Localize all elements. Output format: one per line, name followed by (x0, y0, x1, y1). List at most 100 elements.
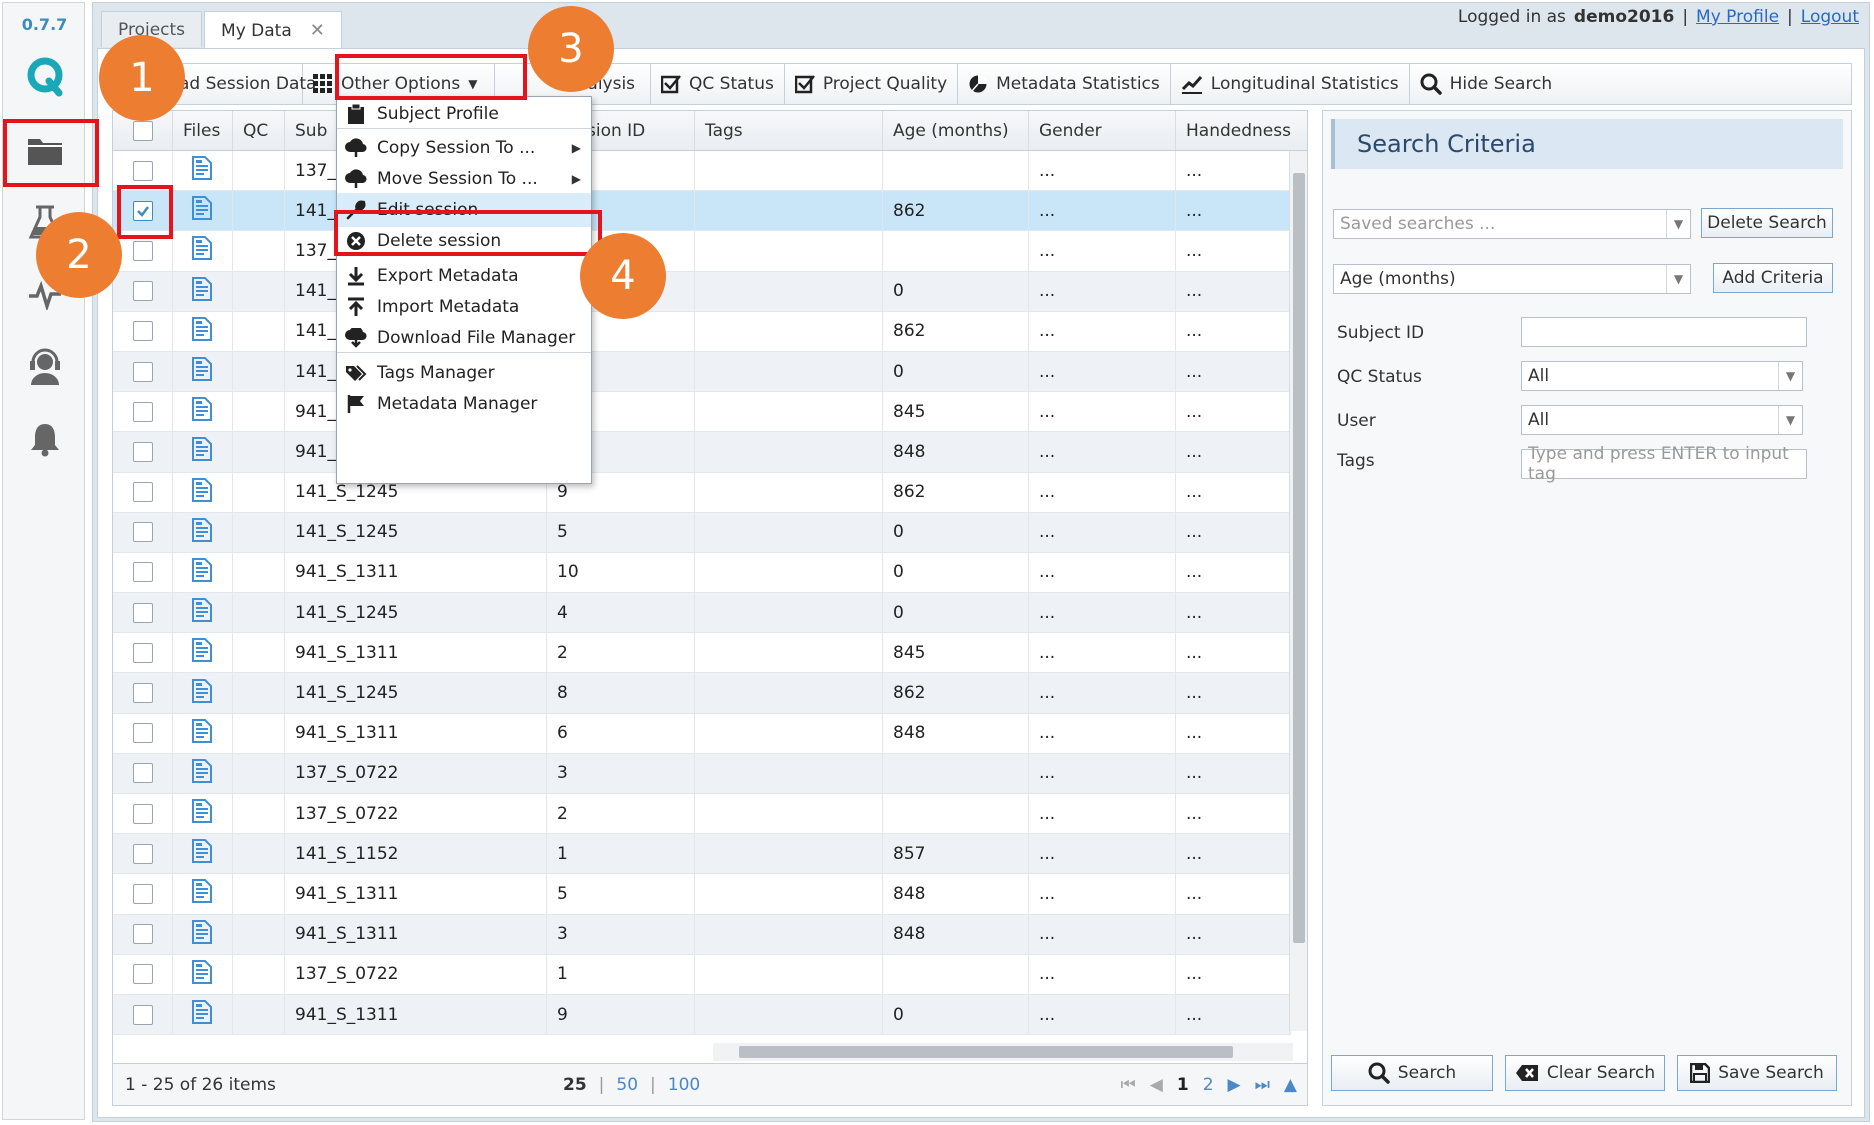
table-row[interactable]: 941_S_1311 9 0...... (113, 994, 1291, 1036)
table-row[interactable]: 941_S_1311 3 848...... (113, 914, 1291, 955)
table-row[interactable]: 137_S_0722 3...... (113, 753, 1291, 794)
row-checkbox[interactable] (113, 593, 173, 633)
header-gender[interactable]: Gender (1029, 111, 1176, 150)
row-checkbox[interactable] (113, 914, 173, 954)
file-list-icon[interactable] (191, 236, 213, 265)
table-row[interactable]: 141_S_1245 9 862...... (113, 472, 1291, 513)
last-page-icon[interactable]: ⏭ (1255, 1075, 1270, 1095)
checkbox-icon[interactable] (132, 1004, 153, 1025)
row-checkbox[interactable] (113, 552, 173, 593)
menu-item-metadata-manager[interactable]: Metadata Manager (337, 387, 591, 421)
subject-id-input[interactable] (1521, 317, 1807, 347)
files-cell[interactable] (173, 914, 233, 954)
delete-search-button[interactable]: Delete Search (1701, 208, 1833, 238)
checkbox-icon[interactable] (132, 883, 153, 904)
vertical-scrollbar[interactable] (1289, 151, 1307, 1031)
table-row[interactable]: 137_...... (113, 231, 1291, 272)
metadata-statistics-button[interactable]: Metadata Statistics (958, 63, 1171, 105)
checkbox-icon[interactable] (132, 642, 153, 663)
clear-search-button[interactable]: Clear Search (1505, 1055, 1665, 1091)
table-row[interactable]: 941_ 848...... (113, 432, 1291, 473)
file-list-icon[interactable] (191, 839, 213, 868)
checkbox-icon[interactable] (132, 562, 153, 583)
table-row[interactable]: 141_S_1245 4 0...... (113, 593, 1291, 634)
files-cell[interactable] (173, 231, 233, 271)
file-list-icon[interactable] (191, 196, 213, 225)
header-age[interactable]: Age (months) (883, 111, 1029, 150)
checkbox-icon[interactable] (132, 240, 153, 261)
row-checkbox[interactable] (113, 271, 173, 311)
file-list-icon[interactable] (191, 959, 213, 989)
page-1[interactable]: 1 (1177, 1075, 1189, 1095)
file-list-icon[interactable] (191, 316, 213, 346)
row-checkbox[interactable] (113, 392, 173, 432)
checkbox-icon[interactable] (132, 522, 153, 543)
files-cell[interactable] (173, 673, 233, 713)
scroll-top-icon[interactable]: ▲ (1284, 1075, 1297, 1095)
menu-item-move-session-to[interactable]: Move Session To ... ▶ (337, 162, 591, 196)
menu-item-import-metadata[interactable]: Import Metadata (337, 290, 591, 324)
prev-page-icon[interactable]: ◀ (1150, 1075, 1163, 1095)
qc-status-select[interactable]: All ▼ (1521, 361, 1803, 391)
checkbox-icon[interactable] (132, 361, 153, 382)
file-list-icon[interactable] (191, 919, 213, 949)
checkbox-icon[interactable] (132, 723, 153, 744)
table-row[interactable]: 941_S_1311 5 848...... (113, 874, 1291, 915)
file-list-icon[interactable] (191, 557, 213, 587)
row-checkbox[interactable] (113, 794, 173, 834)
file-list-icon[interactable] (191, 678, 213, 708)
page-size-50[interactable]: 50 (616, 1075, 638, 1095)
files-cell[interactable] (173, 753, 233, 793)
file-list-icon[interactable] (191, 758, 213, 788)
file-list-icon[interactable] (191, 397, 213, 426)
row-checkbox[interactable] (113, 673, 173, 713)
row-checkbox[interactable] (113, 954, 173, 994)
checkbox-icon[interactable] (132, 803, 153, 824)
files-cell[interactable] (173, 432, 233, 472)
files-cell[interactable] (173, 472, 233, 512)
row-checkbox[interactable] (113, 311, 173, 351)
checkbox-icon[interactable] (132, 683, 153, 704)
tags-input[interactable]: Type and press ENTER to input tag (1521, 444, 1807, 484)
file-list-icon[interactable] (191, 276, 213, 306)
header-files[interactable]: Files (173, 111, 233, 150)
menu-item-subject-profile[interactable]: Subject Profile (337, 97, 591, 131)
close-tab-icon[interactable]: ✕ (310, 20, 325, 41)
longitudinal-statistics-button[interactable]: Longitudinal Statistics (1171, 63, 1410, 105)
save-search-button[interactable]: Save Search (1677, 1055, 1837, 1091)
header-qc[interactable]: QC (233, 111, 285, 150)
menu-item-tags-manager[interactable]: Tags Manager (337, 356, 591, 390)
checkbox-icon[interactable] (132, 401, 153, 422)
file-list-icon[interactable] (191, 477, 213, 507)
user-select[interactable]: All ▼ (1521, 405, 1803, 435)
row-checkbox[interactable] (113, 834, 173, 874)
table-row[interactable]: 141_S_1245 5 0...... (113, 512, 1291, 553)
row-checkbox[interactable] (113, 713, 173, 753)
table-row[interactable]: 141_ 0...... (113, 351, 1291, 393)
scroll-thumb[interactable] (739, 1046, 1233, 1058)
saved-searches-select[interactable]: Saved searches ... ▼ (1333, 209, 1691, 239)
table-row[interactable]: 141_S_1152 1 857...... (113, 834, 1291, 875)
table-row[interactable]: 941_ 845...... (113, 392, 1291, 433)
header-tags[interactable]: Tags (695, 111, 883, 150)
checkbox-icon[interactable] (132, 321, 153, 342)
files-cell[interactable] (173, 633, 233, 673)
files-cell[interactable] (173, 552, 233, 593)
files-cell[interactable] (173, 351, 233, 392)
table-row[interactable]: 941_S_1311 6 848...... (113, 713, 1291, 754)
header-handedness[interactable]: Handedness (1176, 111, 1307, 150)
logout-link[interactable]: Logout (1801, 7, 1859, 27)
checkbox-icon[interactable] (132, 482, 153, 503)
row-checkbox[interactable] (113, 472, 173, 512)
add-criteria-button[interactable]: Add Criteria (1713, 263, 1833, 293)
checkbox-icon[interactable] (132, 843, 153, 864)
table-row[interactable]: 141_ 862...... (113, 311, 1291, 352)
files-cell[interactable] (173, 834, 233, 874)
criteria-select[interactable]: Age (months) ▼ (1333, 264, 1691, 294)
files-cell[interactable] (173, 874, 233, 914)
row-checkbox[interactable] (113, 753, 173, 793)
first-page-icon[interactable]: ⏮ (1120, 1075, 1135, 1095)
row-checkbox[interactable] (113, 512, 173, 552)
checkbox-icon[interactable] (132, 924, 153, 945)
file-list-icon[interactable] (191, 1000, 213, 1029)
